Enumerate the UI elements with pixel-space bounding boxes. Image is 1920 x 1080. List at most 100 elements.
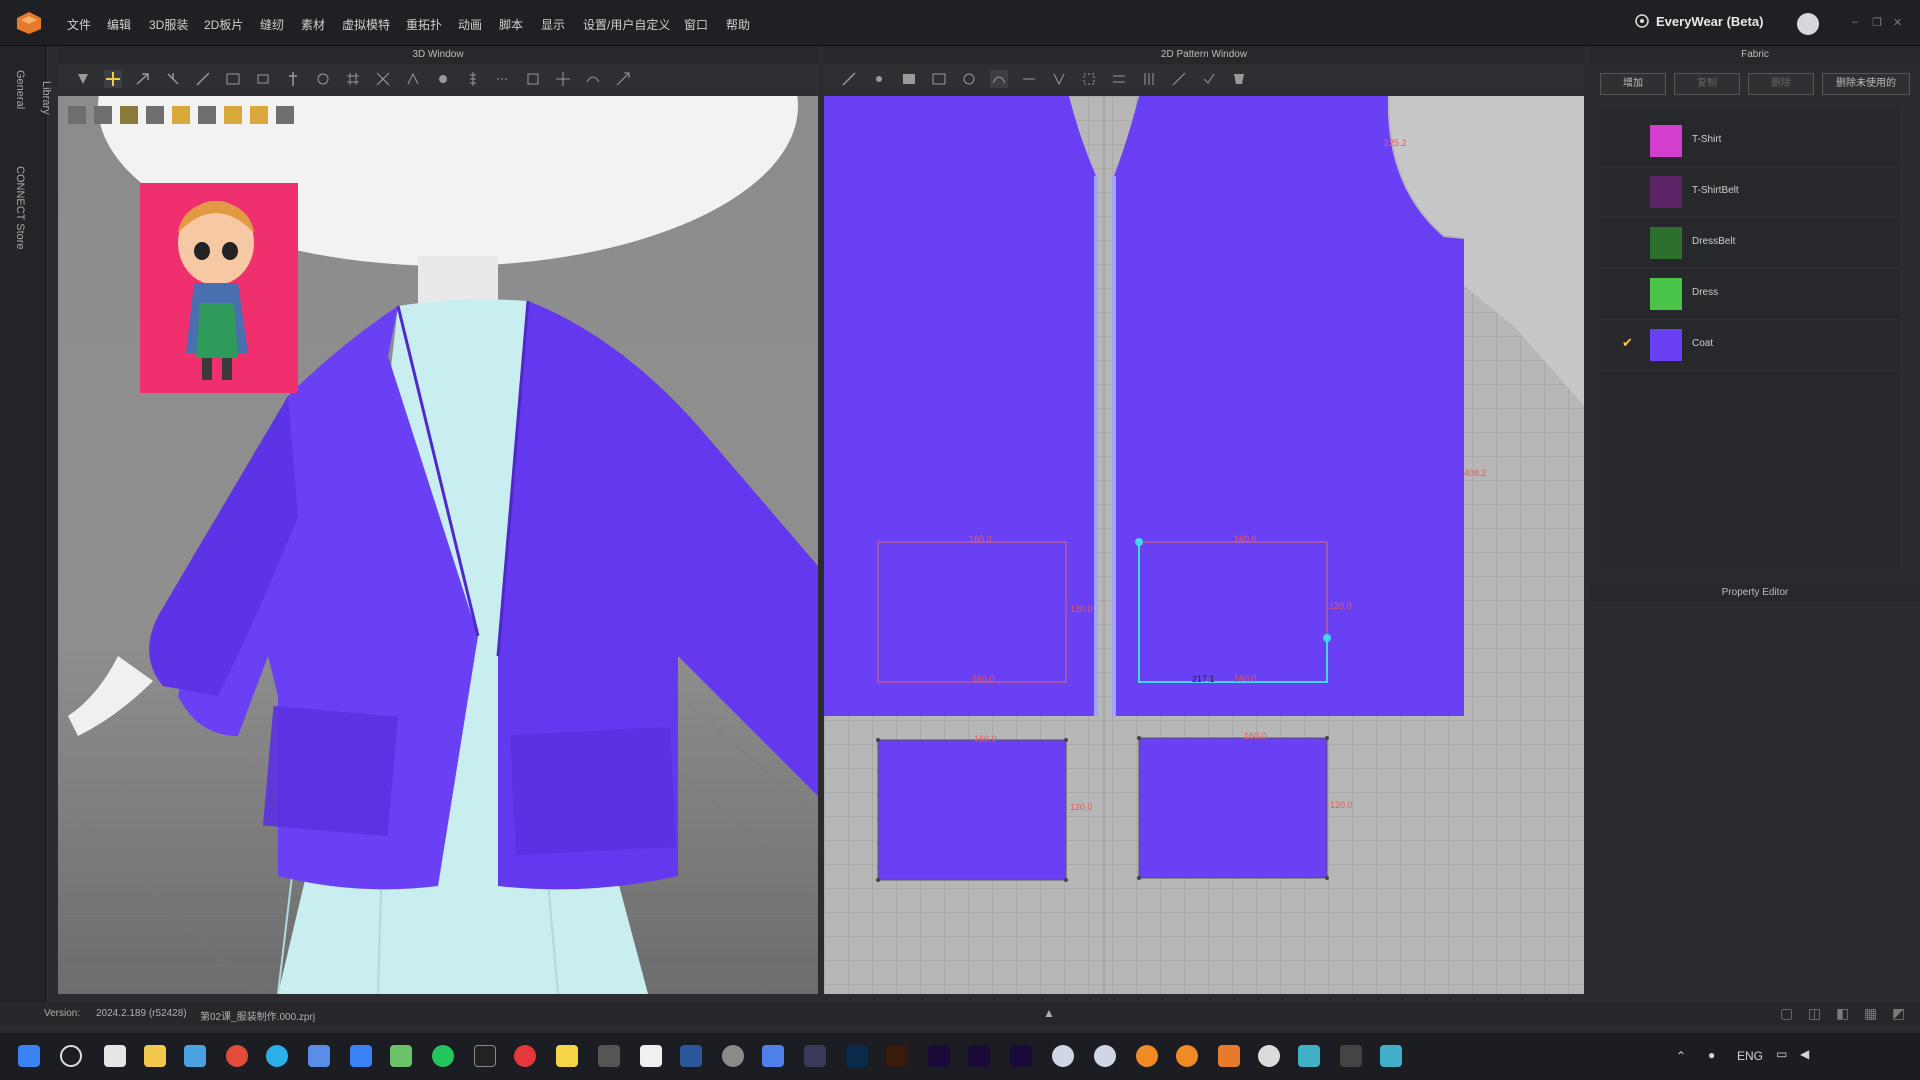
button-tool-icon[interactable] [434,70,452,88]
view-texture-icon[interactable] [120,106,138,124]
menu-3d-garment[interactable]: 3D服装 [149,16,188,33]
delete-unused-button[interactable]: 删除未使用的 [1822,73,1910,95]
arrow-tool-icon[interactable] [614,70,632,88]
app-icon[interactable] [762,1045,784,1067]
brand-label[interactable]: EveryWear (Beta) [1656,14,1763,29]
user-avatar[interactable] [1797,13,1819,35]
menu-2d-pattern[interactable]: 2D板片 [204,16,243,33]
grid-tool-icon[interactable] [344,70,362,88]
blender-icon[interactable] [1136,1045,1158,1067]
notepad-icon[interactable] [1298,1045,1320,1067]
menu-edit[interactable]: 编辑 [107,16,131,33]
view-light-icon[interactable] [224,106,242,124]
check-sewing-icon[interactable] [1200,70,1218,88]
dart-icon[interactable] [1050,70,1068,88]
app-icon[interactable] [1094,1045,1116,1067]
app-icon[interactable] [1258,1045,1280,1067]
edit-point-icon[interactable] [870,70,888,88]
qq-icon[interactable] [474,1045,496,1067]
app-icon[interactable] [640,1045,662,1067]
internal-line-icon[interactable] [1020,70,1038,88]
music-icon[interactable] [514,1045,536,1067]
collapse-arrow-icon[interactable]: ▲ [1043,1006,1055,1020]
fabric-item-coat[interactable]: ✔ Coat [1600,320,1900,371]
3d-viewport[interactable] [58,96,818,994]
curve-point-icon[interactable] [990,70,1008,88]
move-tool-icon[interactable] [104,70,122,88]
language-indicator[interactable]: ENG [1737,1049,1763,1063]
add-fabric-button[interactable]: 增加 [1600,73,1666,95]
box-tool-icon[interactable] [254,70,272,88]
volume-icon[interactable]: ◀ [1800,1047,1809,1061]
layout-quad-icon[interactable]: ▦ [1864,1005,1877,1022]
tab-general[interactable]: General [14,70,26,109]
fold-tool-icon[interactable] [134,70,152,88]
start-icon[interactable] [18,1045,40,1067]
calculator-icon[interactable] [1380,1045,1402,1067]
photoshop-icon[interactable] [846,1045,868,1067]
tab-connect-store[interactable]: CONNECT Store [14,166,26,250]
menu-sewing[interactable]: 缝纫 [260,16,284,33]
app-icon[interactable] [308,1045,330,1067]
layout-split-icon[interactable]: ◫ [1808,1005,1821,1022]
menu-settings[interactable]: 设置/用户自定义 [583,16,670,33]
tray-chevron-icon[interactable]: ⌃ [1676,1049,1686,1063]
edit-sewing-icon[interactable] [1170,70,1188,88]
polygon-icon[interactable] [900,70,918,88]
copy-fabric-button[interactable]: 复制 [1674,73,1740,95]
menu-help[interactable]: 帮助 [726,16,750,33]
network-icon[interactable]: ▭ [1776,1047,1787,1061]
cut-tool-icon[interactable] [374,70,392,88]
menu-animation[interactable]: 动画 [458,16,482,33]
elastic-tool-icon[interactable] [584,70,602,88]
yandex-icon[interactable] [1340,1045,1362,1067]
fabric-item-dressbelt[interactable]: DressBelt [1600,218,1900,269]
tuck-tool-icon[interactable] [404,70,422,88]
app-icon[interactable] [390,1045,412,1067]
trim-tool-icon[interactable] [524,70,542,88]
select-tool-icon[interactable] [74,70,92,88]
notes-icon[interactable] [556,1045,578,1067]
view-avatar-icon[interactable] [68,106,86,124]
illustrator-icon[interactable] [886,1045,908,1067]
fabric-item-tshirtbelt[interactable]: T-ShirtBelt [1600,167,1900,218]
layout-custom-icon[interactable]: ◩ [1892,1005,1905,1022]
premiere-icon[interactable] [928,1045,950,1067]
edge-icon[interactable] [266,1045,288,1067]
2d-pattern-viewport[interactable]: 225.2 408.2 160.0 160.0 120.0 120.0 160.… [824,96,1584,994]
app-icon[interactable] [598,1045,620,1067]
search-icon[interactable] [60,1045,82,1067]
blender-icon[interactable] [1176,1045,1198,1067]
microphone-icon[interactable]: ● [1708,1048,1715,1062]
view-hand-icon[interactable] [250,106,268,124]
pin-tool-icon[interactable] [164,70,182,88]
split-tool-icon[interactable] [554,70,572,88]
settings-icon[interactable] [722,1045,744,1067]
word-icon[interactable] [680,1045,702,1067]
view-fit-icon[interactable] [146,106,164,124]
minimize-icon[interactable]: – [1852,16,1858,28]
fabric-item-dress[interactable]: Dress [1600,269,1900,320]
zipper-tool-icon[interactable] [464,70,482,88]
rotate-tool-icon[interactable] [314,70,332,88]
menu-script[interactable]: 脚本 [499,16,523,33]
seam-allowance-icon[interactable] [1080,70,1098,88]
mail-icon[interactable] [350,1045,372,1067]
topstitch-tool-icon[interactable] [494,70,512,88]
view-garment-icon[interactable] [94,106,112,124]
delete-fabric-button[interactable]: 删除 [1748,73,1814,95]
menu-file[interactable]: 文件 [67,16,91,33]
view-camera-icon[interactable] [276,106,294,124]
menu-materials[interactable]: 素材 [301,16,325,33]
store-icon[interactable] [184,1045,206,1067]
layout-single-icon[interactable]: ▢ [1780,1005,1793,1022]
chrome-icon[interactable] [226,1045,248,1067]
reference-image[interactable] [140,183,298,393]
rectangle-icon[interactable] [930,70,948,88]
free-sewing-icon[interactable] [1140,70,1158,88]
tab-library[interactable]: Library [40,81,52,115]
after-effects-icon[interactable] [968,1045,990,1067]
transform-pattern-icon[interactable] [840,70,858,88]
app-icon[interactable] [804,1045,826,1067]
clo-app-icon[interactable] [1218,1045,1240,1067]
